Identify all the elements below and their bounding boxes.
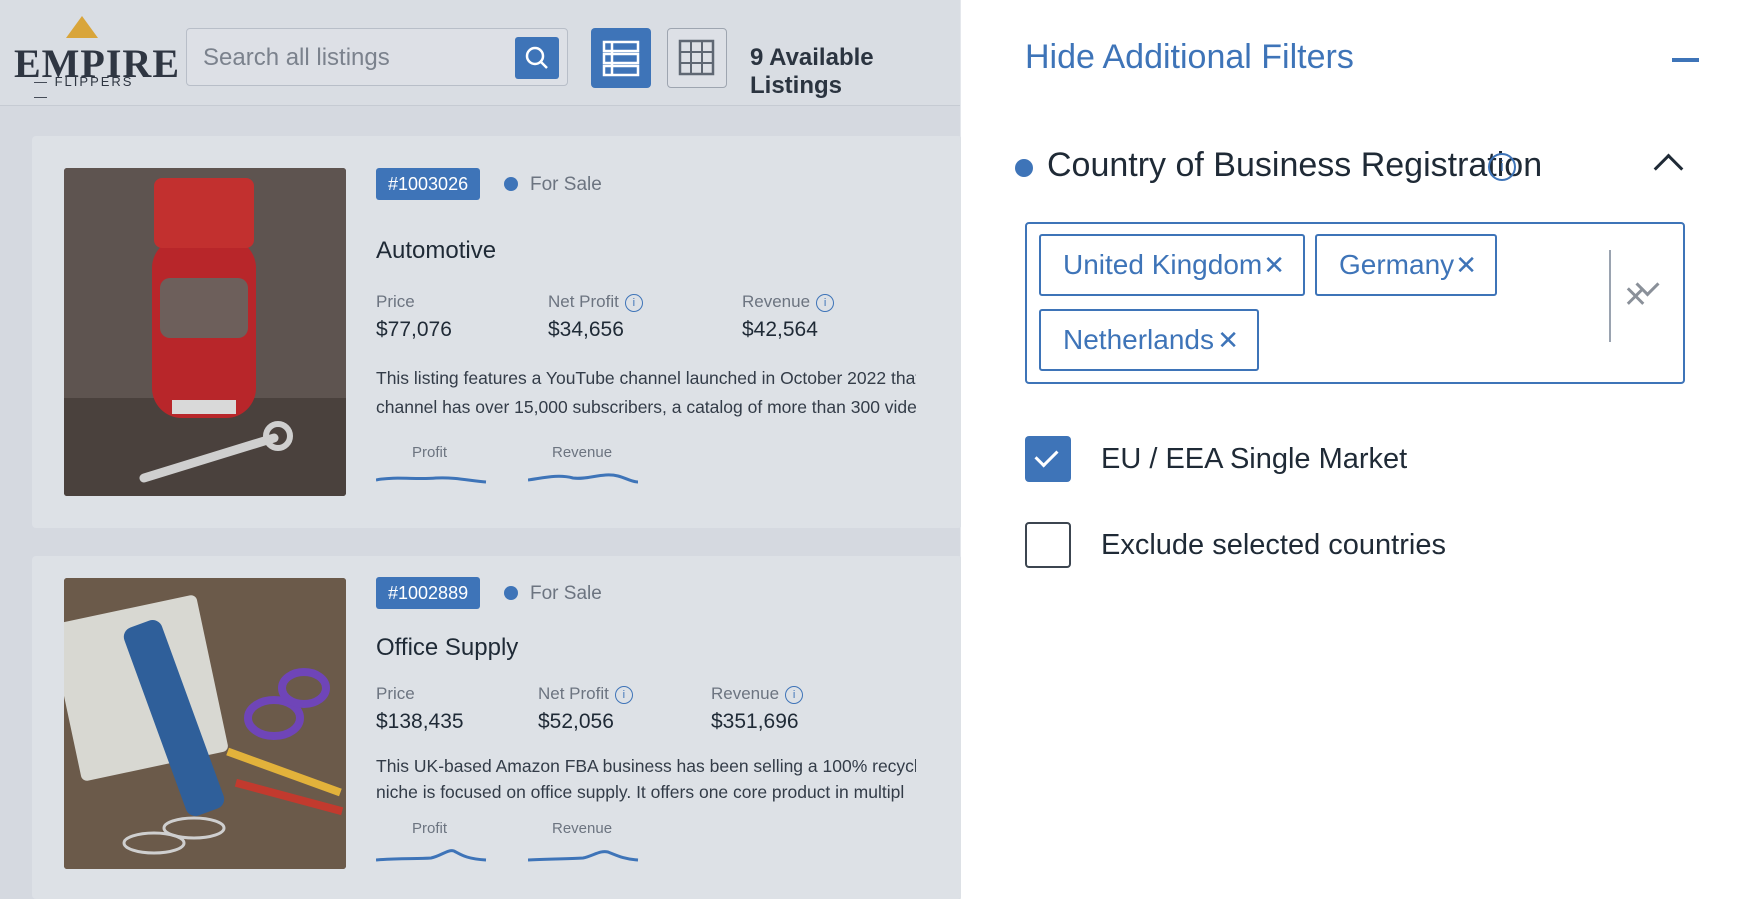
profit-spark-label: Profit (412, 820, 448, 837)
country-chip: United Kingdom ✕ (1039, 234, 1305, 296)
select-divider (1609, 250, 1611, 342)
country-multiselect[interactable]: United Kingdom ✕ Germany ✕ Netherlands ✕… (1025, 222, 1685, 384)
revenue-sparkline (528, 850, 639, 862)
price-value: $77,076 (376, 318, 452, 341)
search-button[interactable] (515, 37, 559, 79)
listing-card[interactable]: #1003026 For Sale Automotive Price $77,0… (32, 136, 962, 528)
search-input[interactable] (201, 37, 505, 79)
listing-title[interactable]: Automotive (376, 237, 496, 265)
revenue-sparkline (528, 473, 639, 484)
net-profit-value: $34,656 (548, 318, 624, 341)
exclude-countries-label[interactable]: Exclude selected countries (1101, 529, 1446, 562)
search-box (186, 28, 568, 86)
search-icon (525, 46, 548, 69)
logo-subtext: — FLIPPERS — (34, 74, 134, 104)
revenue-label-text: Revenue (711, 684, 780, 703)
chip-label: Netherlands (1063, 324, 1214, 355)
chip-label: United Kingdom (1063, 249, 1263, 280)
net-profit-label: Net Profit i (548, 292, 643, 312)
eu-eea-label[interactable]: EU / EEA Single Market (1101, 443, 1407, 476)
revenue-label: Revenue i (742, 292, 835, 312)
remove-chip-icon[interactable]: ✕ (1263, 236, 1285, 294)
price-label: Price (376, 684, 415, 703)
net-profit-label-text: Net Profit (538, 684, 609, 703)
profit-spark-label: Profit (412, 444, 448, 461)
revenue-value: $42,564 (742, 318, 818, 341)
listing-description-line: niche is focused on office supply. It of… (376, 782, 905, 802)
grid-view-icon (678, 39, 715, 76)
listing-description-line: channel has over 15,000 subscribers, a c… (376, 397, 916, 417)
listing-description-line: This UK-based Amazon FBA business has be… (376, 756, 916, 776)
hide-filters-link[interactable]: Hide Additional Filters (1025, 38, 1354, 77)
list-view-icon (602, 40, 640, 77)
status-dot (504, 586, 518, 600)
section-title: Country of Business Registration (1047, 146, 1543, 184)
eu-eea-checkbox[interactable] (1025, 436, 1071, 482)
collapse-minus-icon[interactable] (1672, 58, 1699, 62)
net-profit-label: Net Profit i (538, 684, 633, 704)
listing-title[interactable]: Office Supply (376, 634, 518, 662)
chip-label: Germany (1339, 249, 1455, 280)
listing-status: For Sale (504, 583, 602, 605)
country-chip: Germany ✕ (1315, 234, 1497, 296)
revenue-label: Revenue i (711, 684, 804, 704)
listing-id-badge: #1002889 (376, 577, 481, 609)
info-icon[interactable]: i (624, 294, 643, 312)
net-profit-label-text: Net Profit (548, 292, 619, 311)
status-text: For Sale (530, 583, 602, 604)
status-text: For Sale (530, 174, 602, 195)
country-chip: Netherlands ✕ (1039, 309, 1259, 371)
info-icon[interactable]: i (785, 686, 804, 704)
info-icon[interactable]: i (816, 294, 835, 312)
exclude-countries-checkbox[interactable] (1025, 522, 1071, 568)
info-icon[interactable]: i (1488, 153, 1516, 181)
checkmark-icon (1034, 443, 1059, 468)
listing-count: 9 Available Listings (750, 44, 874, 99)
revenue-spark-label: Revenue (552, 820, 613, 837)
chevron-up-icon[interactable] (1653, 153, 1684, 184)
top-bar: EMPIRE — FLIPPERS — Search all listings … (0, 0, 960, 106)
listing-thumbnail[interactable] (64, 578, 346, 869)
info-icon[interactable]: i (614, 686, 633, 704)
filters-panel: Hide Additional Filters Country of Busin… (961, 0, 1749, 899)
profit-sparkline (376, 476, 487, 484)
listing-status: For Sale (504, 174, 602, 196)
net-profit-value: $52,056 (538, 710, 614, 733)
crown-icon (66, 16, 98, 38)
revenue-label-text: Revenue (742, 292, 811, 311)
price-label: Price (376, 292, 415, 311)
listing-thumbnail[interactable] (64, 168, 346, 496)
status-dot (504, 177, 518, 191)
grid-view-button[interactable] (667, 28, 727, 88)
red-toy-car-photo (64, 168, 346, 496)
remove-chip-icon[interactable]: ✕ (1217, 311, 1239, 369)
section-bullet-icon (1015, 159, 1033, 177)
empire-flippers-logo[interactable]: EMPIRE — FLIPPERS — (14, 16, 179, 104)
listing-card[interactable]: #1002889 For Sale Office Supply Price $1… (32, 556, 962, 899)
revenue-spark-label: Revenue (552, 444, 613, 461)
price-value: $138,435 (376, 710, 464, 733)
remove-chip-icon[interactable]: ✕ (1455, 236, 1477, 294)
profit-sparkline (376, 849, 487, 862)
office-supplies-photo (64, 578, 346, 869)
listings-area: EMPIRE — FLIPPERS — Search all listings … (0, 0, 962, 899)
list-view-button[interactable] (591, 28, 651, 88)
listing-description-line: This listing features a YouTube channel … (376, 368, 916, 388)
listing-id-badge: #1003026 (376, 168, 481, 200)
revenue-value: $351,696 (711, 710, 799, 733)
